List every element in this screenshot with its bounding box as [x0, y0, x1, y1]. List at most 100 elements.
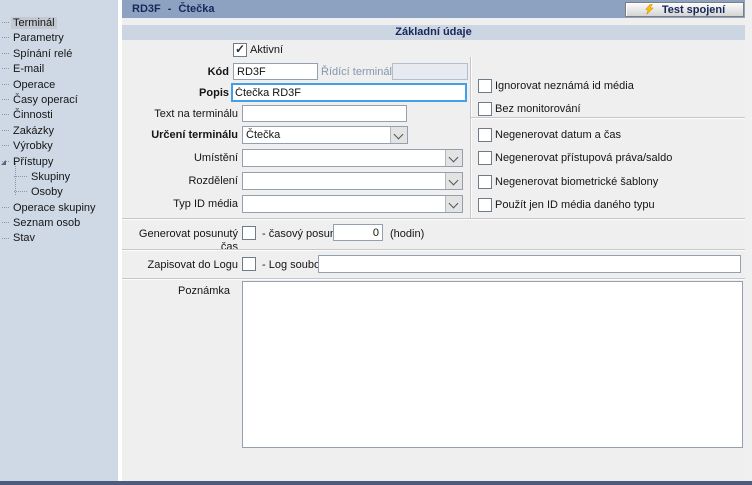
tree-line — [2, 145, 9, 147]
sidebar-item-vyrobky[interactable]: Výrobky — [0, 139, 118, 154]
sidebar-item-label: Činnosti — [11, 109, 55, 121]
tree-line — [2, 37, 9, 39]
dropdown-button[interactable] — [445, 150, 462, 166]
bottom-status-bar — [0, 481, 752, 485]
sidebar-item-operace[interactable]: Operace — [0, 78, 118, 93]
sidebar-item-label: Parametry — [11, 32, 66, 44]
no-generate-datetime-label: Negenerovat datum a čas — [495, 129, 621, 142]
sidebar-item-terminal[interactable]: Terminál — [0, 16, 118, 31]
sidebar: Terminál Parametry Spínání relé E-mail O… — [0, 0, 118, 481]
chevron-down-icon — [449, 199, 459, 209]
generate-shifted-time-checkbox[interactable] — [242, 226, 256, 240]
sidebar-item-label: Zakázky — [11, 125, 56, 137]
description-input[interactable] — [231, 83, 467, 102]
sidebar-item-label: Skupiny — [29, 171, 72, 183]
location-label: Umístění — [122, 152, 238, 165]
no-monitoring-label: Bez monitorování — [495, 103, 581, 116]
log-file-input[interactable] — [318, 255, 741, 273]
terminal-purpose-label: Určení terminálu — [122, 129, 238, 142]
hours-unit-label: (hodin) — [390, 228, 424, 241]
note-label: Poznámka — [122, 285, 230, 298]
master-terminal-input — [392, 63, 468, 80]
section-divider — [122, 249, 745, 251]
ignore-unknown-media-label: Ignorovat neznámá id média — [495, 80, 634, 93]
tree-line — [2, 114, 9, 116]
only-typed-media-label: Použít jen ID média daného typu — [495, 199, 655, 212]
code-input[interactable] — [233, 63, 318, 80]
active-label: Aktivní — [250, 44, 283, 57]
sidebar-item-zakazky[interactable]: Zakázky — [0, 124, 118, 139]
section-divider — [122, 278, 745, 280]
time-shift-input[interactable] — [333, 224, 383, 241]
dropdown-button[interactable] — [445, 173, 462, 189]
location-select[interactable] — [242, 149, 463, 167]
sidebar-item-stav[interactable]: Stav — [0, 231, 118, 246]
sidebar-item-label: Operace — [11, 79, 57, 91]
tree-line — [2, 68, 9, 70]
no-monitoring-checkbox[interactable] — [478, 102, 492, 116]
test-connection-button[interactable]: Test spojení — [625, 2, 744, 17]
sidebar-item-label: Seznam osob — [11, 217, 82, 229]
sidebar-item-label: Spínání relé — [11, 48, 74, 60]
write-to-log-label: Zapisovat do Logu — [122, 259, 238, 272]
section-title: Základní údaje — [122, 25, 745, 40]
division-label: Rozdělení — [122, 175, 238, 188]
sidebar-item-operace-skupiny[interactable]: Operace skupiny — [0, 201, 118, 216]
location-value — [243, 150, 445, 166]
no-generate-biometric-checkbox[interactable] — [478, 175, 492, 189]
only-typed-media-checkbox[interactable] — [478, 198, 492, 212]
description-label: Popis — [122, 87, 229, 100]
application-window: Terminál Parametry Spínání relé E-mail O… — [0, 0, 752, 485]
code-label: Kód — [122, 66, 229, 79]
column-divider — [470, 57, 472, 218]
media-id-type-select[interactable] — [242, 195, 463, 213]
no-generate-access-rights-checkbox[interactable] — [478, 151, 492, 165]
sidebar-item-seznam-osob[interactable]: Seznam osob — [0, 216, 118, 231]
navigation-tree: Terminál Parametry Spínání relé E-mail O… — [0, 0, 118, 247]
sidebar-item-label: Terminál — [11, 17, 57, 29]
tree-line — [2, 238, 9, 240]
log-file-label: - Log soubor — [262, 259, 324, 272]
tree-line — [2, 207, 9, 209]
sidebar-item-pristupy[interactable]: Přístupy — [0, 155, 118, 170]
section-divider — [122, 218, 745, 220]
sidebar-item-email[interactable]: E-mail — [0, 62, 118, 77]
tree-line — [2, 130, 9, 132]
sidebar-item-spinani-rele[interactable]: Spínání relé — [0, 47, 118, 62]
write-to-log-checkbox[interactable] — [242, 257, 256, 271]
sidebar-item-label: Přístupy — [11, 156, 55, 168]
tree-line — [2, 99, 9, 101]
media-id-type-value — [243, 196, 445, 212]
sidebar-item-parametry[interactable]: Parametry — [0, 31, 118, 46]
division-select[interactable] — [242, 172, 463, 190]
chevron-down-icon — [394, 130, 404, 140]
tree-branch-line — [15, 163, 16, 195]
sidebar-item-label: Výrobky — [11, 140, 55, 152]
sidebar-item-label: Časy operací — [11, 94, 80, 106]
media-id-type-label: Typ ID média — [122, 198, 238, 211]
master-terminal-label: Řídící terminál — [321, 66, 392, 79]
options-divider — [471, 117, 745, 119]
note-textarea[interactable] — [242, 281, 743, 448]
no-generate-access-rights-label: Negenerovat přístupová práva/saldo — [495, 152, 672, 165]
tree-line — [2, 222, 9, 224]
dropdown-button[interactable] — [390, 127, 407, 143]
terminal-purpose-select[interactable]: Čtečka — [242, 126, 408, 144]
form-panel: Základní údaje Aktivní Kód Řídící termin… — [122, 18, 745, 481]
active-checkbox[interactable] — [233, 43, 247, 57]
dropdown-button[interactable] — [445, 196, 462, 212]
ignore-unknown-media-checkbox[interactable] — [478, 79, 492, 93]
no-generate-datetime-checkbox[interactable] — [478, 128, 492, 142]
division-value — [243, 173, 445, 189]
sidebar-item-osoby[interactable]: Osoby — [0, 185, 118, 200]
header-record-code: RD3F — [132, 3, 161, 15]
test-connection-label: Test spojení — [662, 4, 725, 16]
sidebar-item-label: Stav — [11, 232, 37, 244]
tree-expander-icon[interactable] — [1, 160, 6, 165]
terminal-purpose-value: Čtečka — [243, 127, 390, 143]
sidebar-item-casy-operaci[interactable]: Časy operací — [0, 93, 118, 108]
terminal-text-input[interactable] — [242, 105, 407, 122]
sidebar-item-skupiny[interactable]: Skupiny — [0, 170, 118, 185]
sidebar-item-cinnosti[interactable]: Činnosti — [0, 108, 118, 123]
no-generate-biometric-label: Negenerovat biometrické šablony — [495, 176, 658, 189]
